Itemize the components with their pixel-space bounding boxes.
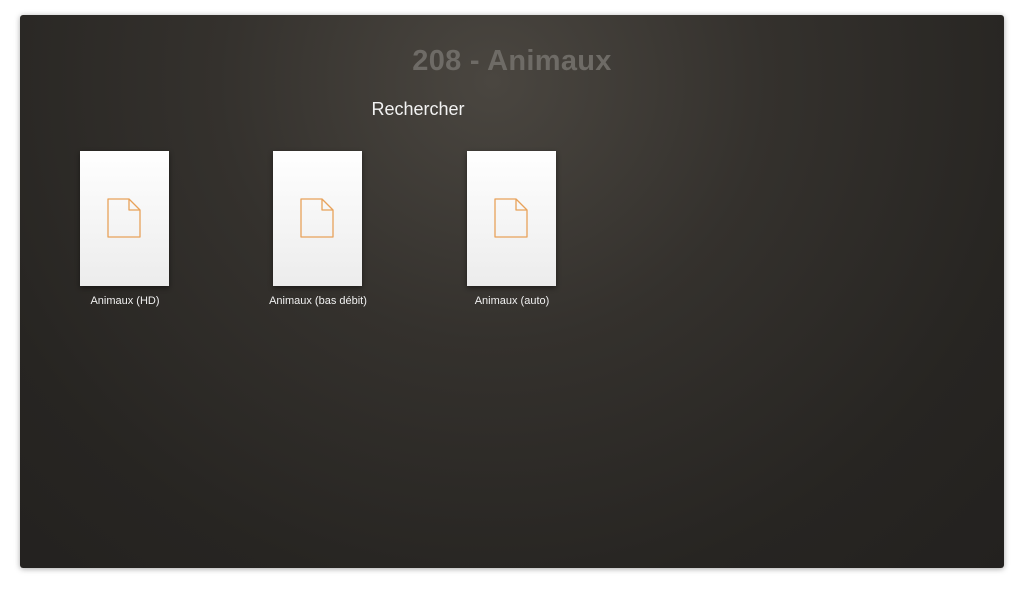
document-icon [300, 198, 334, 238]
media-item-label: Animaux (bas débit) [269, 295, 367, 307]
document-icon [107, 198, 141, 238]
media-item-label: Animaux (auto) [474, 295, 550, 307]
media-item-label: Animaux (HD) [90, 295, 160, 307]
tv-screen: 208 - Animaux Rechercher Animaux (HD) An… [20, 15, 1004, 568]
document-icon [494, 198, 528, 238]
media-thumbnail[interactable] [273, 151, 362, 286]
media-thumbnail[interactable] [467, 151, 556, 286]
search-button[interactable]: Rechercher [348, 96, 488, 122]
media-thumbnail[interactable] [80, 151, 169, 286]
page-title: 208 - Animaux [412, 45, 612, 77]
